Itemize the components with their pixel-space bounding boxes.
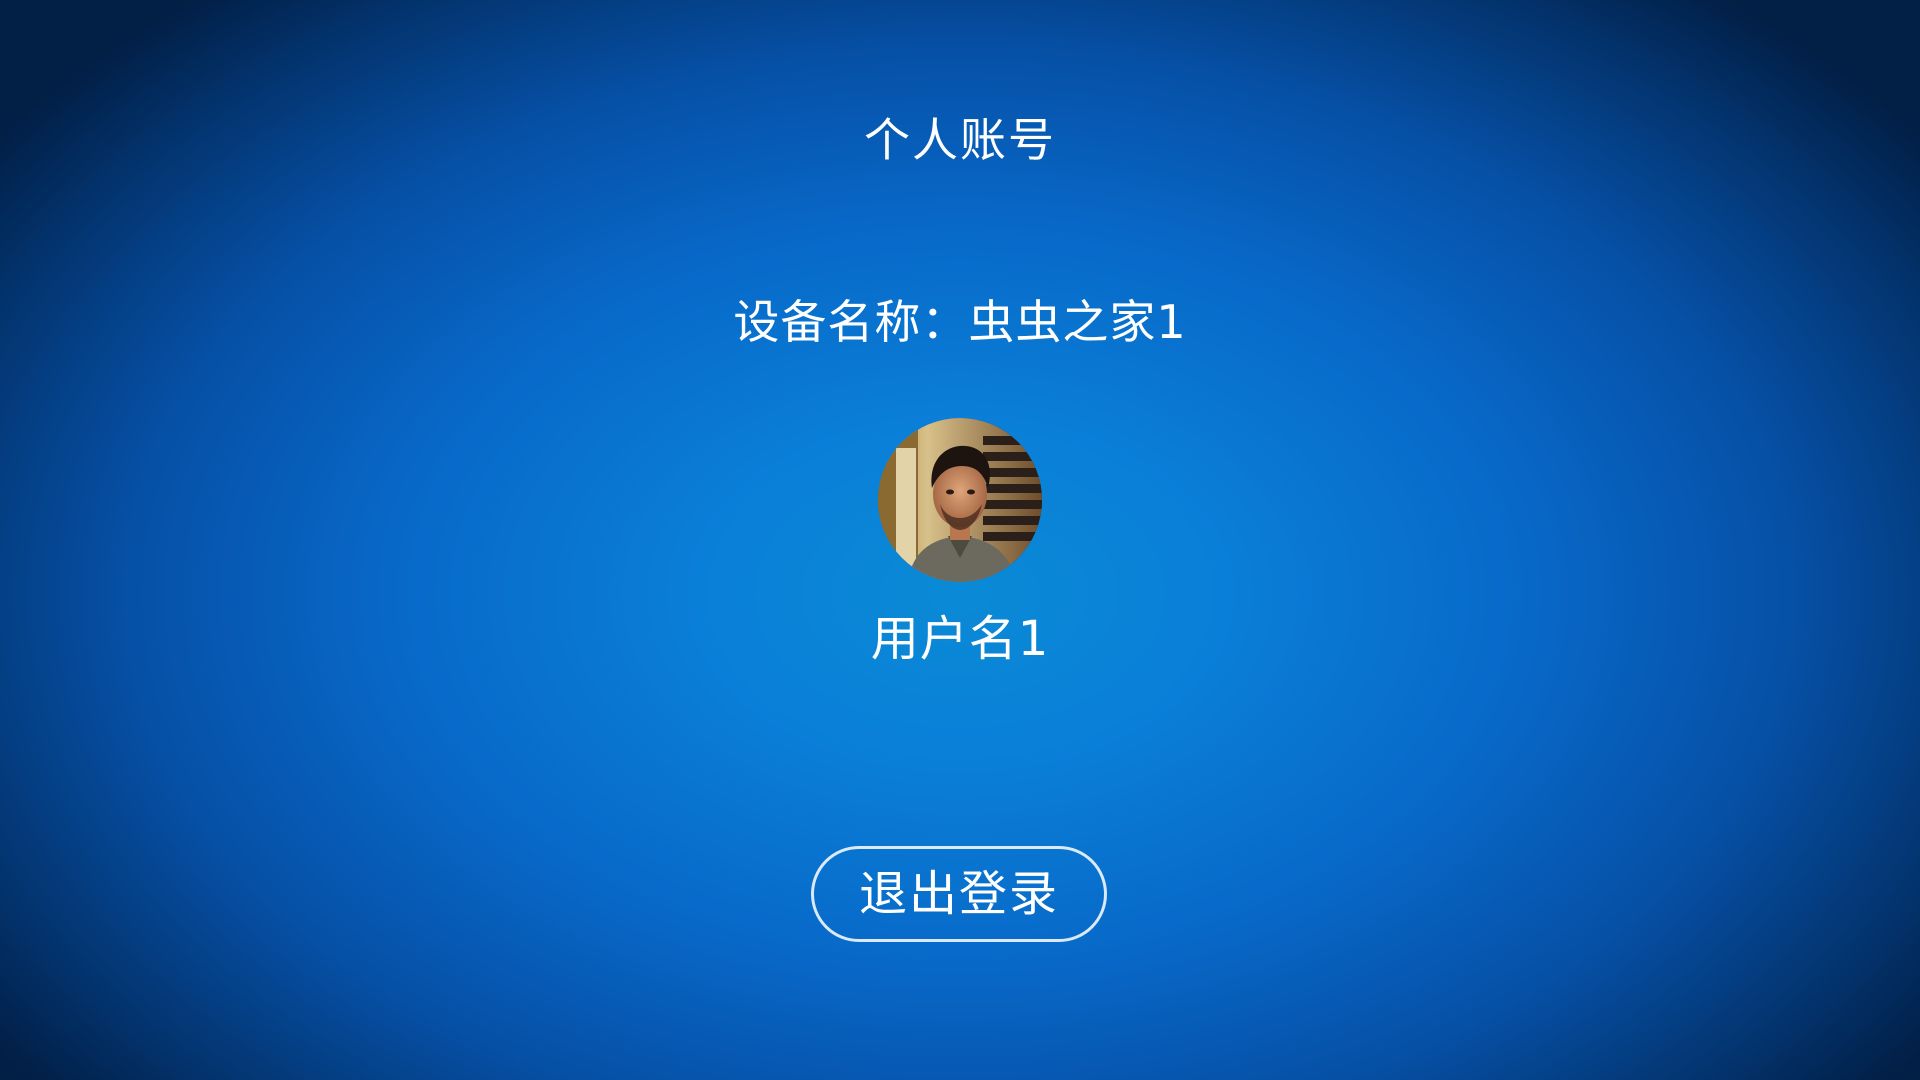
device-name-value: 虫虫之家1: [968, 295, 1187, 349]
device-name-label: 设备名称：: [733, 295, 969, 349]
avatar: [878, 418, 1042, 582]
user-avatar-photo-icon: [878, 418, 1042, 582]
page-title: 个人账号: [864, 113, 1056, 167]
device-name-row: 设备名称：虫虫之家1: [0, 292, 1920, 352]
logout-button[interactable]: 退出登录: [811, 846, 1107, 942]
username: 用户名1: [870, 611, 1050, 667]
account-screen: 个人账号 设备名称：虫虫之家1 用户名1 退出登录: [0, 0, 1920, 1080]
